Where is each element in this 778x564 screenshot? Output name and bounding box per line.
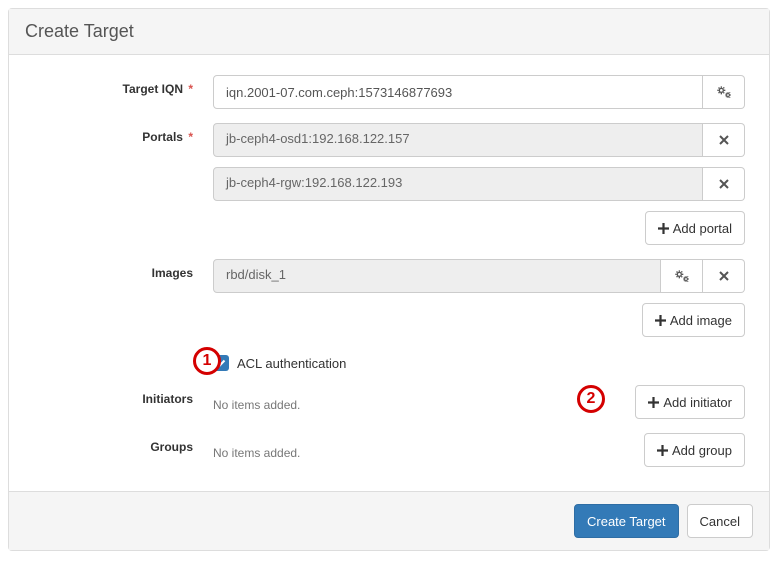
initiators-empty: No items added.	[213, 392, 300, 412]
add-initiator-button[interactable]: Add initiator	[635, 385, 745, 419]
target-iqn-input-group	[213, 75, 745, 109]
plus-icon	[658, 223, 669, 234]
add-portal-button[interactable]: Add portal	[645, 211, 745, 245]
target-iqn-settings-button[interactable]	[703, 75, 745, 109]
create-target-panel: Create Target Target IQN *	[8, 8, 770, 551]
label-images-text: Images	[152, 266, 193, 280]
initiators-content: No items added. Add initiator	[213, 385, 745, 419]
label-portals: Portals *	[33, 123, 213, 144]
row-groups: Groups No items added. Add group	[33, 433, 745, 467]
add-portal-label: Add portal	[673, 221, 732, 236]
image-item-0: rbd/disk_1	[213, 259, 745, 293]
panel-title: Create Target	[9, 9, 769, 55]
image-actions: Add image	[213, 303, 745, 337]
field-acl: ACL authentication	[213, 351, 745, 371]
label-images: Images	[33, 259, 213, 280]
add-image-button[interactable]: Add image	[642, 303, 745, 337]
groups-content: No items added. Add group	[213, 433, 745, 467]
plus-icon	[655, 315, 666, 326]
cogs-icon	[716, 85, 732, 99]
annotation-2: 2	[577, 385, 605, 413]
label-acl-spacer	[33, 351, 213, 358]
cancel-button[interactable]: Cancel	[687, 504, 753, 538]
label-initiators: Initiators	[33, 385, 213, 406]
field-initiators: No items added. Add initiator	[213, 385, 745, 419]
panel-body: Target IQN *	[9, 55, 769, 491]
add-initiator-label: Add initiator	[663, 395, 732, 410]
add-group-button[interactable]: Add group	[644, 433, 745, 467]
image-settings-button[interactable]	[661, 259, 703, 293]
label-portals-text: Portals	[142, 130, 183, 144]
label-initiators-text: Initiators	[142, 392, 193, 406]
portal-actions: Add portal	[213, 211, 745, 245]
row-portals: Portals * jb-ceph4-osd1:192.168.122.157 …	[33, 123, 745, 245]
create-target-button[interactable]: Create Target	[574, 504, 679, 538]
target-iqn-input[interactable]	[213, 75, 703, 109]
panel-footer: Create Target Cancel	[9, 491, 769, 550]
field-images: rbd/disk_1	[213, 259, 745, 337]
required-mark: *	[188, 130, 193, 144]
row-acl: 1 ACL authentication	[33, 351, 745, 371]
add-group-label: Add group	[672, 443, 732, 458]
label-groups: Groups	[33, 433, 213, 454]
portal-remove-button[interactable]	[703, 167, 745, 201]
groups-empty: No items added.	[213, 440, 300, 460]
acl-checkbox-row: ACL authentication	[213, 351, 745, 371]
image-remove-button[interactable]	[703, 259, 745, 293]
plus-icon	[648, 397, 659, 408]
label-target-iqn: Target IQN *	[33, 75, 213, 96]
field-portals: jb-ceph4-osd1:192.168.122.157 jb-ceph4-r…	[213, 123, 745, 245]
portal-item-0: jb-ceph4-osd1:192.168.122.157	[213, 123, 745, 157]
label-target-iqn-text: Target IQN	[123, 82, 183, 96]
cogs-icon	[674, 269, 690, 283]
annotation-1: 1	[193, 347, 221, 375]
image-value: rbd/disk_1	[213, 259, 661, 293]
label-groups-text: Groups	[150, 440, 193, 454]
portal-value: jb-ceph4-rgw:192.168.122.193	[213, 167, 703, 201]
close-icon	[719, 179, 729, 189]
field-target-iqn	[213, 75, 745, 109]
required-mark: *	[188, 82, 193, 96]
close-icon	[719, 271, 729, 281]
row-target-iqn: Target IQN *	[33, 75, 745, 109]
portal-value: jb-ceph4-osd1:192.168.122.157	[213, 123, 703, 157]
portal-remove-button[interactable]	[703, 123, 745, 157]
close-icon	[719, 135, 729, 145]
row-initiators: 2 Initiators No items added. Add initiat…	[33, 385, 745, 419]
acl-label: ACL authentication	[237, 356, 346, 371]
row-images: Images rbd/disk_1	[33, 259, 745, 337]
plus-icon	[657, 445, 668, 456]
field-groups: No items added. Add group	[213, 433, 745, 467]
portal-item-1: jb-ceph4-rgw:192.168.122.193	[213, 167, 745, 201]
add-image-label: Add image	[670, 313, 732, 328]
